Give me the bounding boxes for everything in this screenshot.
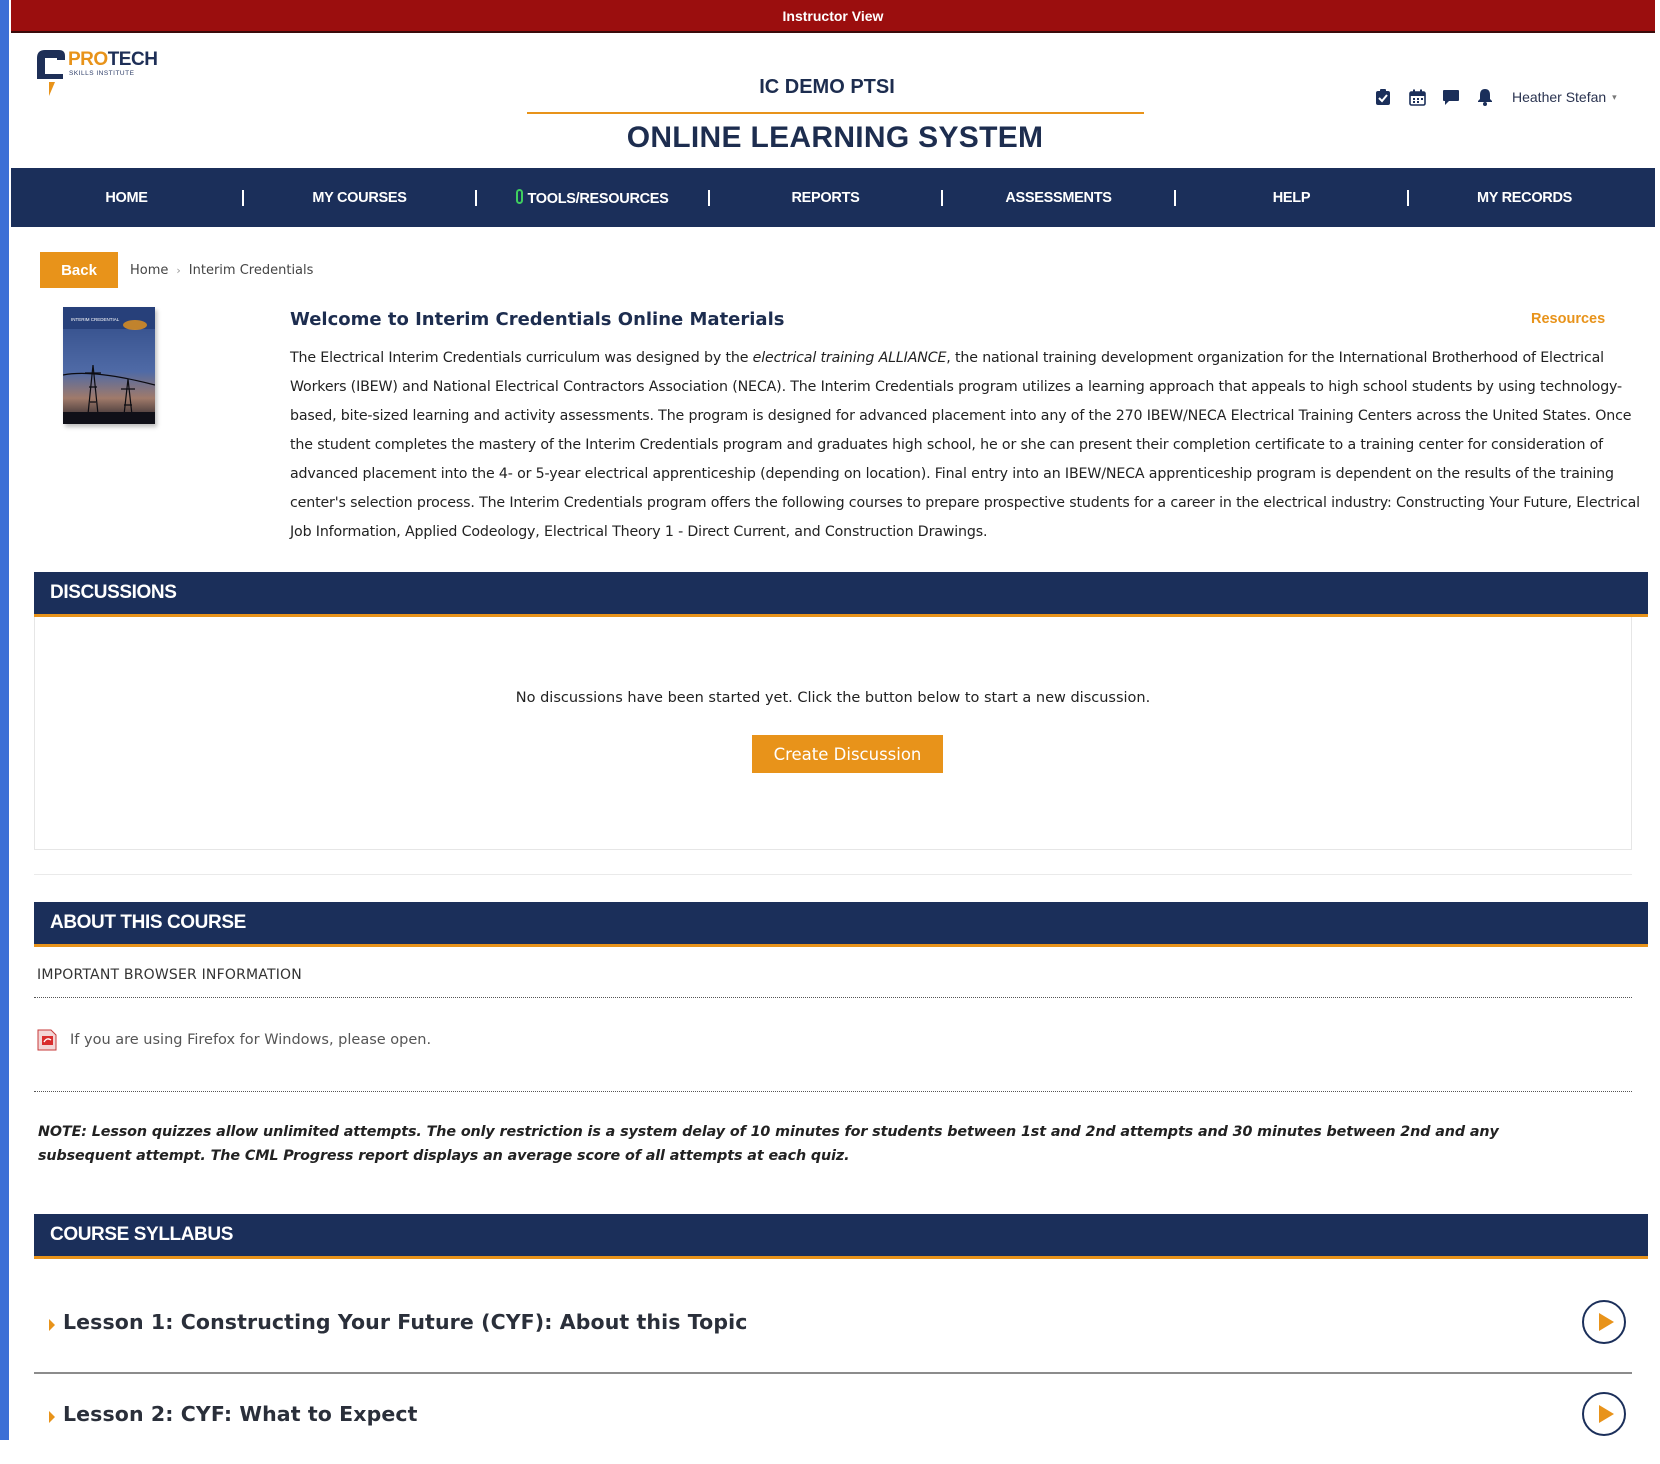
resources-link[interactable]: Resources [1531,311,1605,327]
protech-logo-icon [37,50,65,96]
window-edge [0,0,9,1440]
dotted-divider [34,1091,1632,1092]
logo-tagline: SKILLS INSTITUTE [69,70,135,77]
lesson-title[interactable]: Lesson 2: CYF: What to Expect [63,1402,418,1426]
tools-notification-badge [516,188,524,204]
back-button[interactable]: Back [40,252,118,288]
nav-home[interactable]: HOME [11,190,242,206]
firefox-note-row[interactable]: If you are using Firefox for Windows, pl… [34,1027,431,1053]
bell-icon[interactable] [1474,86,1496,108]
user-name: Heather Stefan [1512,89,1607,105]
chevron-right-icon: › [176,264,181,277]
breadcrumb: Home › Interim Credentials [130,263,313,278]
course-cover-image: INTERIM CREDENTIAL [63,307,155,424]
chat-icon[interactable] [1440,86,1462,108]
chevron-down-icon: ▾ [1612,91,1617,102]
instructor-view-banner: Instructor View [11,0,1655,33]
protech-logo[interactable]: PROTECH SKILLS INSTITUTE [33,46,163,100]
breadcrumb-current: Interim Credentials [188,263,314,278]
section-divider [34,874,1632,875]
clipboard-check-icon[interactable] [1372,86,1394,108]
play-lesson-button[interactable] [1582,1392,1626,1436]
create-discussion-button[interactable]: Create Discussion [752,735,943,773]
lesson-title[interactable]: Lesson 1: Constructing Your Future (CYF)… [63,1310,747,1334]
breadcrumb-home[interactable]: Home [130,263,168,278]
browser-info-heading: IMPORTANT BROWSER INFORMATION [37,967,302,983]
nav-tools-resources[interactable]: TOOLS/RESOURCES [477,188,708,207]
nav-tools-label: TOOLS/RESOURCES [527,190,669,207]
logo-wordmark: PROTECH [68,49,158,70]
discussions-panel: No discussions have been started yet. Cl… [34,617,1632,850]
course-syllabus-header: COURSE SYLLABUS [34,1214,1648,1259]
welcome-title: Welcome to Interim Credentials Online Ma… [290,309,785,330]
lesson-row: Lesson 2: CYF: What to Expect [34,1372,1632,1464]
lesson-row: Lesson 1: Constructing Your Future (CYF)… [34,1280,1632,1374]
play-icon [1598,1405,1614,1423]
cover-title: INTERIM CREDENTIAL [71,317,120,322]
title-divider [527,112,1144,114]
nav-assessments[interactable]: ASSESSMENTS [943,190,1174,206]
org-name: IC DEMO PTSI [759,76,895,98]
caret-right-icon [49,1411,55,1423]
discussions-empty-message: No discussions have been started yet. Cl… [515,690,1151,706]
system-title: ONLINE LEARNING SYSTEM [626,121,1044,154]
play-icon [1598,1313,1614,1331]
nav-my-courses[interactable]: MY COURSES [244,190,475,206]
dotted-divider [34,997,1632,998]
quiz-attempts-note: NOTE: Lesson quizzes allow unlimited att… [38,1124,1499,1164]
firefox-note-text: If you are using Firefox for Windows, pl… [70,1032,432,1048]
pdf-file-icon [37,1029,57,1051]
page: Instructor View PROTECH SKILLS INSTITUTE… [11,0,1655,1440]
discussions-header: DISCUSSIONS [34,572,1648,617]
play-lesson-button[interactable] [1582,1300,1626,1344]
main-nav: HOME MY COURSES TOOLS/RESOURCES REPORTS … [11,168,1655,227]
nav-reports[interactable]: REPORTS [710,190,941,206]
about-course-header: ABOUT THIS COURSE [34,902,1648,947]
nav-help[interactable]: HELP [1176,190,1407,206]
header-toolbar: Heather Stefan ▾ [1372,85,1617,109]
calendar-icon[interactable] [1406,86,1428,108]
course-description: The Electrical Interim Credentials curri… [290,350,1640,540]
caret-right-icon [49,1319,55,1331]
user-menu[interactable]: Heather Stefan ▾ [1512,89,1617,105]
nav-my-records[interactable]: MY RECORDS [1409,190,1640,206]
